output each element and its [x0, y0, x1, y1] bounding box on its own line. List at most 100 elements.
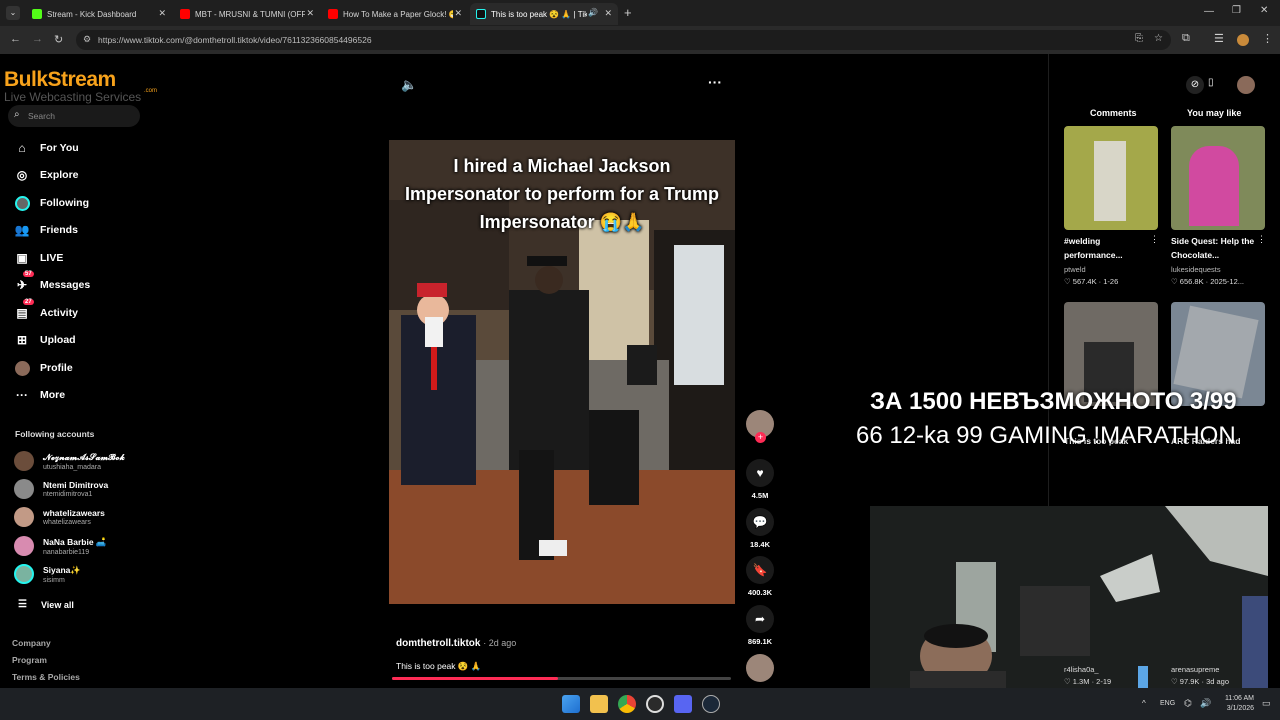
new-tab-button[interactable]: +: [624, 5, 632, 20]
close-window-button[interactable]: ✕: [1260, 5, 1268, 16]
tab-kick[interactable]: Stream - Kick Dashboard ✕: [26, 3, 172, 25]
file-explorer-icon[interactable]: [590, 695, 608, 713]
logo-tld: .com: [144, 88, 158, 94]
back-icon[interactable]: ←: [10, 33, 21, 45]
share-icon: ➦: [746, 605, 774, 633]
kick-icon: [32, 9, 42, 19]
suggested-title[interactable]: #welding performance...: [1064, 234, 1146, 262]
language-indicator[interactable]: ENG: [1160, 700, 1175, 707]
footer-company[interactable]: Company: [12, 638, 51, 648]
tab-comments[interactable]: Comments: [1090, 108, 1137, 118]
progress-track[interactable]: [392, 677, 731, 680]
close-icon[interactable]: ✕: [604, 8, 612, 19]
share-button[interactable]: ➦ 869.1K: [744, 605, 776, 646]
notification-icon[interactable]: ▭: [1262, 698, 1271, 709]
more-options-icon[interactable]: ···: [708, 74, 722, 90]
right-tabs: Comments: [1090, 108, 1137, 118]
account-item[interactable]: NaNa Barbie 🛋️ nanabarbie119: [14, 536, 107, 556]
user-avatar[interactable]: [1237, 76, 1255, 94]
chrome-icon[interactable]: [618, 695, 636, 713]
tab-youtube-2[interactable]: How To Make a Paper Glock! 😁 ✕: [322, 3, 468, 25]
author-link[interactable]: domthetroll.tiktok: [396, 638, 480, 649]
nav-following[interactable]: Following: [14, 195, 89, 211]
close-icon[interactable]: ✕: [158, 8, 166, 19]
suggested-user[interactable]: ptweld: [1064, 265, 1086, 274]
search-icon: ⌕: [14, 109, 20, 120]
account-item[interactable]: 𝓝𝓮𝔃𝓷𝓪𝓶𝓐𝓼𝓢𝓪𝓶𝓑𝓸𝓴 utushiaha_madara: [14, 451, 125, 471]
tab-youtube-1[interactable]: MBT - MRUSNI & TUMNI (OFFI ✕: [174, 3, 320, 25]
nav-messages[interactable]: ✈ 57 Messages: [14, 271, 90, 293]
post-age: · 2d ago: [483, 638, 517, 648]
view-all-link[interactable]: ☰ View all: [18, 599, 74, 610]
nav-upload[interactable]: ⊞ Upload: [14, 332, 76, 348]
discord-icon[interactable]: [674, 695, 692, 713]
account-item[interactable]: whatelizawears whatelizawears: [14, 507, 105, 527]
tab-tiktok[interactable]: This is too peak 😵 🙏 | Tik 🔊 ✕: [470, 3, 618, 25]
site-info-icon[interactable]: ⚙: [83, 34, 91, 45]
extensions-icon[interactable]: ⧉: [1182, 32, 1190, 45]
nav-friends[interactable]: 👥 Friends: [14, 222, 78, 238]
close-icon[interactable]: ✕: [306, 8, 314, 19]
more-options-icon[interactable]: ⋮: [1150, 234, 1159, 245]
like-button[interactable]: ♥ 4.5M: [744, 459, 776, 500]
like-count: 4.5M: [751, 491, 769, 500]
comment-button[interactable]: 💬 18.4K: [744, 508, 776, 549]
avatar: [14, 507, 34, 527]
speaker-icon[interactable]: 🔊: [588, 8, 598, 17]
volume-tray-icon[interactable]: 🔊: [1200, 698, 1211, 709]
network-icon[interactable]: ⌬: [1184, 698, 1192, 709]
suggested-user[interactable]: arenasupreme: [1171, 665, 1219, 674]
comment-count: 18.4K: [749, 540, 770, 549]
account-item[interactable]: Siyana✨ sisimm: [14, 564, 81, 584]
more-icon: ···: [16, 388, 28, 402]
suggested-user[interactable]: lukesidequests: [1171, 265, 1221, 274]
sound-avatar-button[interactable]: [744, 654, 776, 682]
nav-for-you[interactable]: ⌂ For You: [14, 140, 78, 156]
profile-avatar-icon[interactable]: [1237, 34, 1249, 46]
menu-icon[interactable]: ⋮: [1262, 32, 1273, 45]
device-icon[interactable]: ▯: [1208, 77, 1214, 88]
nav-profile[interactable]: Profile: [14, 360, 73, 376]
tab-list-icon[interactable]: ⌄: [6, 6, 20, 20]
footer-terms[interactable]: Terms & Policies: [12, 672, 80, 682]
account-item[interactable]: Ntemi Dimitrova ntemidimitrova1: [14, 479, 108, 499]
steam-icon[interactable]: [702, 695, 720, 713]
stream-overlay-line1: ЗА 1500 НЕВЪЗМОЖНОТО 3/99: [870, 388, 1237, 415]
save-button[interactable]: 🔖 400.3K: [744, 556, 776, 597]
restore-button[interactable]: ❐: [1232, 5, 1241, 16]
windows-start-icon[interactable]: [562, 695, 580, 713]
follow-plus-icon[interactable]: +: [755, 432, 766, 443]
video-player[interactable]: I hired a Michael Jackson Impersonator t…: [389, 140, 735, 604]
obs-icon[interactable]: [646, 695, 664, 713]
bookmark-star-icon[interactable]: ☆: [1154, 33, 1163, 44]
video-caption-overlay: I hired a Michael Jackson Impersonator t…: [404, 156, 720, 232]
media-control-icon[interactable]: ☰: [1214, 32, 1224, 45]
url-field[interactable]: ⚙ https://www.tiktok.com/@domthetroll.ti…: [76, 30, 1171, 50]
close-icon[interactable]: ✕: [454, 8, 462, 19]
tab-you-may-like[interactable]: You may like: [1187, 108, 1241, 118]
compass-icon[interactable]: ⊘: [1186, 76, 1204, 94]
nav-explore[interactable]: ◎ Explore: [14, 167, 79, 183]
tray-chevron-icon[interactable]: ^: [1142, 699, 1146, 708]
search-input[interactable]: ⌕ Search: [8, 105, 140, 127]
footer-program[interactable]: Program: [12, 655, 47, 665]
suggested-user[interactable]: r4lisha0a_: [1064, 665, 1099, 674]
suggested-title[interactable]: Side Quest: Help the Chocolate...: [1171, 234, 1255, 262]
avatar: [14, 451, 34, 471]
nav-activity[interactable]: ▤ 27 Activity: [14, 299, 78, 321]
more-options-icon[interactable]: ⋮: [1257, 234, 1266, 245]
forward-icon[interactable]: →: [32, 33, 43, 45]
save-count: 400.3K: [747, 588, 773, 597]
nav-more[interactable]: ··· More: [14, 387, 65, 403]
reload-icon[interactable]: ↻: [54, 33, 63, 46]
install-icon[interactable]: ⎘: [1135, 33, 1143, 44]
minimize-button[interactable]: —: [1204, 6, 1214, 17]
suggested-video-thumb[interactable]: [1171, 126, 1265, 230]
avatar: [746, 654, 774, 682]
volume-icon[interactable]: 🔈: [401, 77, 417, 93]
suggested-video-thumb[interactable]: [1064, 126, 1158, 230]
clock[interactable]: 11:06 AM 3/1/2026: [1218, 694, 1254, 714]
nav-live[interactable]: ▣ LIVE: [14, 250, 63, 266]
suggested-stats: ♡ 1.3M · 2-19: [1064, 677, 1112, 686]
creator-avatar-button[interactable]: +: [744, 410, 776, 443]
